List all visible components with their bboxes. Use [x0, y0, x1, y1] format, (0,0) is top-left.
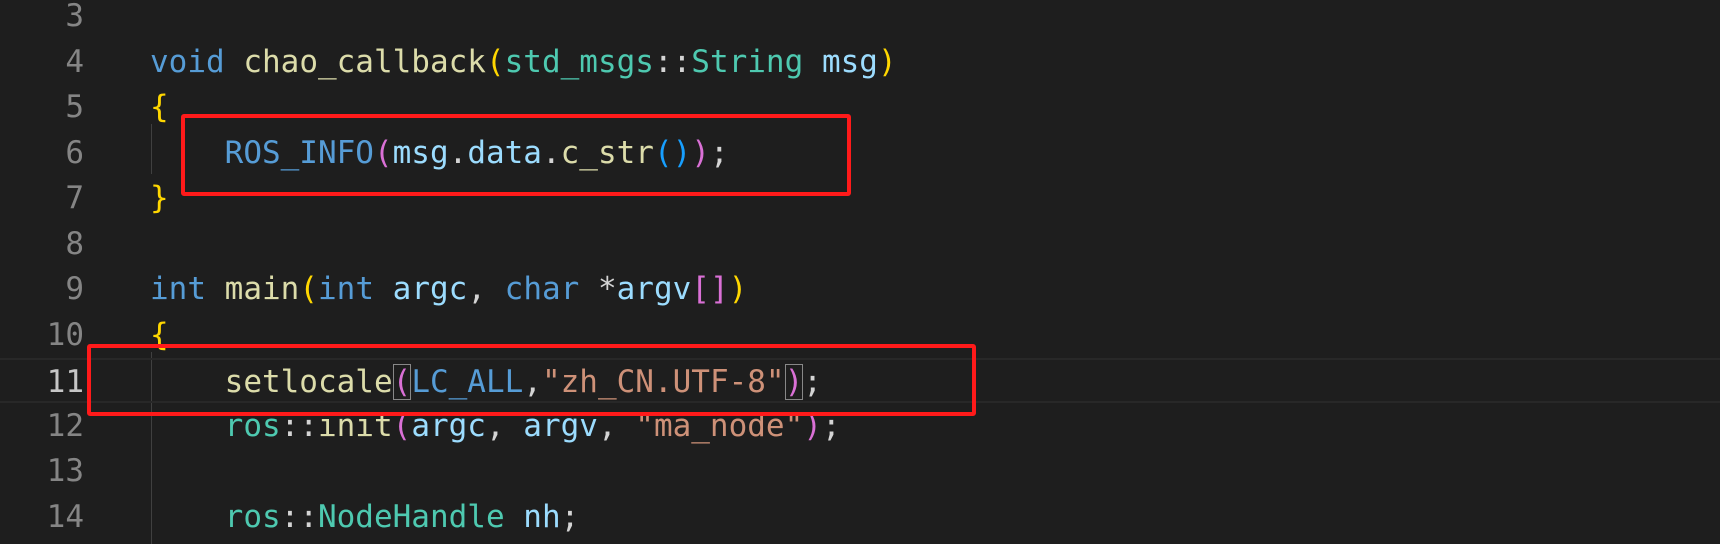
code-token: argv	[616, 271, 692, 307]
line-number: 5	[65, 89, 84, 125]
code-text[interactable]: {	[150, 85, 169, 130]
line-number: 14	[46, 498, 84, 535]
code-text[interactable]: void chao_callback(std_msgs::String msg)	[150, 40, 897, 85]
code-token: {	[150, 89, 169, 125]
code-editor[interactable]: 3 4 void chao_callback(std_msgs::String ms…	[0, 0, 1720, 544]
code-line[interactable]: 4 void chao_callback(std_msgs::String msg…	[0, 40, 1720, 85]
code-token: int	[318, 271, 374, 307]
code-text[interactable]: int main(int argc, char *argv[])	[150, 267, 747, 312]
line-number: 8	[65, 225, 84, 262]
code-line[interactable]: 8	[0, 222, 1720, 267]
line-number: 9	[65, 271, 84, 307]
code-token: *	[579, 271, 617, 307]
code-token: )	[728, 271, 748, 307]
annotation-box-setlocale	[87, 344, 976, 416]
code-token: std_msgs	[504, 43, 654, 80]
line-number: 12	[46, 407, 84, 444]
code-token: void	[150, 43, 225, 80]
line-number: 10	[46, 316, 84, 353]
code-token: ;	[560, 498, 580, 535]
code-token: nh	[523, 498, 561, 535]
code-text[interactable]: ros::NodeHandle nh;	[150, 495, 580, 540]
line-number: 13	[46, 453, 84, 489]
code-token: )	[877, 43, 897, 80]
line-number: 3	[65, 0, 84, 34]
code-token: String	[691, 43, 804, 80]
code-line[interactable]: 13	[0, 449, 1720, 494]
code-token: char	[504, 271, 580, 307]
annotation-box-ros-info	[181, 114, 851, 196]
code-token: NodeHandle	[317, 498, 505, 535]
code-token: chao_callback	[243, 43, 486, 80]
code-line[interactable]: 3	[0, 0, 1720, 39]
code-line[interactable]: 14 ros::NodeHandle nh;	[0, 495, 1720, 540]
line-number: 6	[65, 134, 84, 171]
code-token: ros	[224, 498, 281, 535]
code-token: []	[691, 271, 729, 307]
line-number: 7	[65, 180, 84, 216]
code-token: msg	[821, 43, 878, 80]
code-token: (	[485, 43, 505, 80]
code-token: }	[150, 180, 169, 216]
code-token: ,	[467, 271, 505, 307]
code-token: int	[150, 271, 206, 307]
code-text[interactable]: }	[150, 176, 169, 221]
code-token: ::	[653, 43, 692, 80]
code-token: main	[224, 271, 300, 307]
code-line[interactable]: 9 int main(int argc, char *argv[])	[0, 267, 1720, 312]
line-number: 11	[46, 364, 84, 400]
code-token: argc	[392, 271, 468, 307]
line-number: 4	[65, 43, 84, 80]
code-token: (	[299, 271, 318, 307]
code-token: ::	[280, 498, 318, 535]
